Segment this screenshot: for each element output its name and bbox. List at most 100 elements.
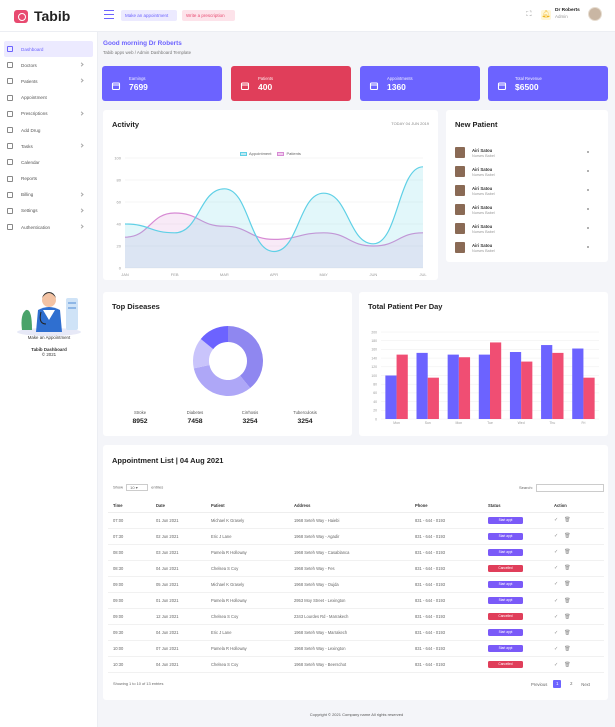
status-badge[interactable]: Cancelled <box>488 661 523 669</box>
bar <box>447 354 459 419</box>
stat-card-appointments[interactable]: Appointments 1360 <box>360 66 480 101</box>
check-icon[interactable]: ✓ <box>554 662 564 668</box>
more-options-icon[interactable] <box>587 170 589 172</box>
brand[interactable]: Tabib <box>0 0 98 32</box>
column-header-status[interactable]: Status <box>483 499 549 513</box>
column-header-time[interactable]: Time <box>108 499 151 513</box>
patient-role: Nurses Babel <box>472 210 495 215</box>
entries-select[interactable]: 10 ▾ <box>126 484 149 491</box>
check-icon[interactable]: ✓ <box>554 517 564 523</box>
cell-address: 2953 Moy Street - Lexington <box>289 592 410 610</box>
trash-icon[interactable]: 🗑︎ <box>564 646 576 652</box>
trash-icon[interactable]: 🗑︎ <box>564 549 576 555</box>
list-item[interactable]: Airi Satou Nurses Babel <box>455 200 593 219</box>
sidebar-item-tasks[interactable]: Tasks <box>0 138 97 154</box>
check-icon[interactable]: ✓ <box>554 549 564 555</box>
status-badge[interactable]: Start appt <box>488 548 523 556</box>
page-1[interactable]: 1 <box>553 680 562 688</box>
stat-card-total-revenue[interactable]: Total Revenue $6500 <box>488 66 608 101</box>
stat-card-earnings[interactable]: Earnings 7699 <box>102 66 222 101</box>
menu-toggle-icon[interactable] <box>104 10 114 19</box>
trash-icon[interactable]: 🗑︎ <box>564 614 576 620</box>
cell-date: 01 Jun 2021 <box>151 592 206 610</box>
list-item[interactable]: Airi Satou Nurses Babel <box>455 143 593 162</box>
more-options-icon[interactable] <box>587 208 589 210</box>
trash-icon[interactable]: 🗑︎ <box>564 533 576 539</box>
write-prescription-button[interactable]: Write a prescription <box>182 10 235 21</box>
list-item[interactable]: Airi Satou Nurses Babel <box>455 219 593 238</box>
column-header-patient[interactable]: Patient <box>206 499 289 513</box>
list-item[interactable]: Airi Satou Nurses Babel <box>455 238 593 257</box>
column-header-action[interactable]: Action <box>549 499 604 513</box>
column-header-date[interactable]: Date <box>151 499 206 513</box>
column-header-address[interactable]: Address <box>289 499 410 513</box>
cell-patient: Michael K Grasely <box>206 576 289 593</box>
sidebar-item-dashboard[interactable]: Dashboard <box>4 41 93 58</box>
column-header-phone[interactable]: Phone <box>410 499 483 513</box>
sidebar-item-billing[interactable]: Billing <box>0 187 97 203</box>
sidebar-item-settings[interactable]: Settings <box>0 203 97 219</box>
more-options-icon[interactable] <box>587 227 589 229</box>
page-2[interactable]: 2 <box>567 680 575 688</box>
check-icon[interactable]: ✓ <box>554 598 564 604</box>
avatar <box>455 223 465 234</box>
x-tick-label: Wed <box>518 421 525 425</box>
more-options-icon[interactable] <box>587 151 589 153</box>
patient-role: Nurses Babel <box>472 153 495 158</box>
user-menu[interactable]: Dr Roberts Admin <box>555 8 580 20</box>
more-options-icon[interactable] <box>587 189 589 191</box>
check-icon[interactable]: ✓ <box>554 614 564 620</box>
avatar[interactable] <box>588 7 602 21</box>
y-tick-label: 100 <box>371 374 377 378</box>
check-icon[interactable]: ✓ <box>554 533 564 539</box>
fullscreen-icon[interactable]: ⛶ <box>524 10 534 20</box>
sidebar-nav: Dashboard Doctors Patients Appointment Presc… <box>0 41 97 235</box>
trash-icon[interactable]: 🗑︎ <box>564 598 576 604</box>
trash-icon[interactable]: 🗑︎ <box>564 565 576 571</box>
status-badge[interactable]: Cancelled <box>488 613 523 621</box>
trash-icon[interactable]: 🗑︎ <box>564 630 576 636</box>
stat-value: $6500 <box>515 82 539 92</box>
sidebar-item-authentication[interactable]: Authentication <box>0 219 97 235</box>
stat-card-patients[interactable]: Patients 400 <box>231 66 351 101</box>
check-icon[interactable]: ✓ <box>554 565 564 571</box>
cell-time: 07:30 <box>108 528 151 545</box>
check-icon[interactable]: ✓ <box>554 646 564 652</box>
sidebar-item-reports[interactable]: Reports <box>0 171 97 187</box>
x-tick-label: FEB <box>171 272 179 277</box>
sidebar-item-add-drug[interactable]: Add Drug <box>0 122 97 138</box>
status-badge[interactable]: Start appt <box>488 645 523 653</box>
sidebar-promo[interactable]: Make an Appointment <box>0 335 98 341</box>
cell-address: 1968 Seteh Way - Marrakech <box>289 624 410 642</box>
lock-icon <box>7 224 13 231</box>
sidebar-item-appointment[interactable]: Appointment <box>0 90 97 106</box>
trash-icon[interactable]: 🗑︎ <box>564 517 576 523</box>
total-patient-chart: 0 20 40 60 80 100 120 140 160 180 200 Mon Sun Mon Tue W… <box>371 330 599 425</box>
check-icon[interactable]: ✓ <box>554 581 564 587</box>
sidebar-item-prescriptions[interactable]: Prescriptions <box>0 106 97 122</box>
bar <box>385 375 397 419</box>
status-badge[interactable]: Start appt <box>488 580 523 588</box>
status-badge[interactable]: Start appt <box>488 516 523 524</box>
sidebar-item-patients[interactable]: Patients <box>0 73 97 89</box>
trash-icon[interactable]: 🗑︎ <box>564 662 576 668</box>
pagination-next[interactable]: Next <box>581 682 590 687</box>
search-input[interactable] <box>535 484 604 492</box>
status-badge[interactable]: Start appt <box>488 597 523 605</box>
sidebar-item-calendar[interactable]: Calendar <box>0 154 97 170</box>
notification-bell-icon[interactable]: 🔔︎ <box>541 10 551 20</box>
cell-date: 02 Jun 2021 <box>151 528 206 545</box>
sidebar-item-doctors[interactable]: Doctors <box>0 57 97 73</box>
check-icon[interactable]: ✓ <box>554 630 564 636</box>
list-item[interactable]: Airi Satou Nurses Babel <box>455 162 593 181</box>
status-badge[interactable]: Cancelled <box>488 564 523 572</box>
copyright: Copyright © 2021 Company name All rights… <box>309 712 404 717</box>
donut-slice <box>228 326 263 389</box>
trash-icon[interactable]: 🗑︎ <box>564 581 576 587</box>
status-badge[interactable]: Start appt <box>488 532 523 540</box>
list-item[interactable]: Airi Satou Nurses Babel <box>455 181 593 200</box>
status-badge[interactable]: Start appt <box>488 629 523 637</box>
pagination-previous[interactable]: Previous <box>531 682 547 687</box>
make-appointment-button[interactable]: Make an appointment <box>121 10 177 21</box>
more-options-icon[interactable] <box>587 246 589 248</box>
